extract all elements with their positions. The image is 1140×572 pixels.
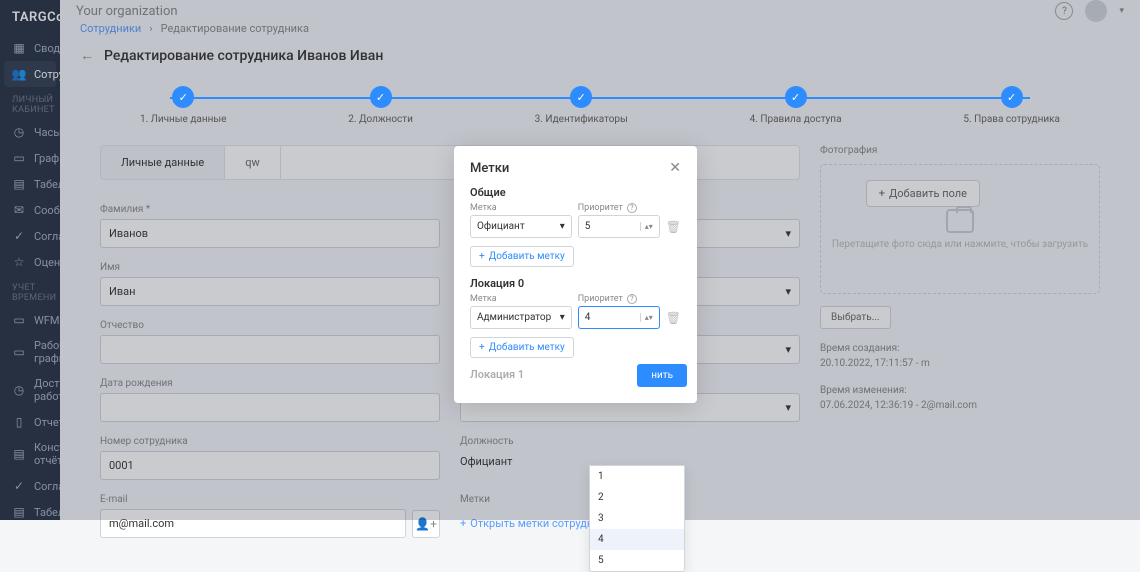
info-icon[interactable]: ? [627, 203, 637, 213]
option-4[interactable]: 4 [590, 529, 684, 550]
option-2[interactable]: 2 [590, 487, 684, 508]
option-1[interactable]: 1 [590, 466, 684, 487]
step-5[interactable]: ✓5. Права сотрудника [963, 86, 1060, 125]
chevron-down-icon: ▾ [560, 221, 565, 232]
option-3[interactable]: 3 [590, 508, 684, 529]
spinner-icon: ▴▾ [640, 222, 653, 231]
step-4[interactable]: ✓4. Правила доступа [750, 86, 842, 125]
loc0-priority-select[interactable]: 4▴▾ [578, 306, 660, 329]
add-tag-button-loc0[interactable]: + Добавить метку [470, 337, 574, 358]
chevron-down-icon: ▾ [560, 312, 565, 323]
step-2[interactable]: ✓2. Должности [348, 86, 413, 125]
modal-title: Метки [470, 161, 509, 176]
info-icon[interactable]: ? [627, 294, 637, 304]
step-3[interactable]: ✓3. Идентификаторы [535, 86, 628, 125]
step-1[interactable]: ✓1. Личные данные [140, 86, 226, 125]
loc0-tag-select[interactable]: Администратор▾ [470, 306, 572, 329]
delete-tag-icon[interactable]: 🗑 [666, 311, 681, 329]
common-tag-select[interactable]: Официант▾ [470, 215, 572, 238]
common-priority-select[interactable]: 5▴▾ [578, 215, 660, 238]
priority-dropdown: 1 2 3 4 5 [589, 465, 685, 572]
option-5[interactable]: 5 [590, 550, 684, 571]
section-common: Общие [470, 186, 681, 199]
close-icon[interactable]: ✕ [669, 160, 681, 176]
add-tag-button-common[interactable]: + Добавить метку [470, 246, 574, 267]
spinner-icon: ▴▾ [640, 313, 653, 322]
delete-tag-icon[interactable]: 🗑 [666, 220, 681, 238]
save-button[interactable]: нить [637, 364, 687, 387]
tags-modal: Метки✕ Общие Метка Официант▾ Приоритет? … [454, 146, 697, 403]
section-loc0: Локация 0 [470, 277, 681, 290]
